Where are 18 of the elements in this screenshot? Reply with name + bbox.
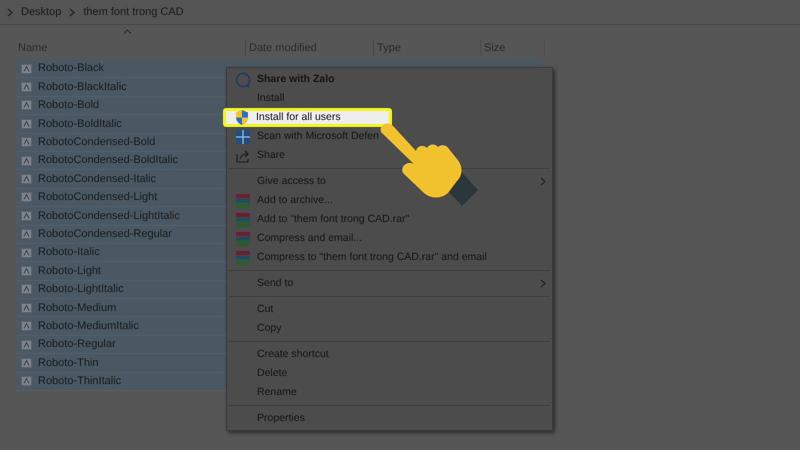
- file-name: RobotoCondensed-BoldItalic: [38, 153, 178, 168]
- file-name: Roboto-LightItalic: [38, 282, 124, 298]
- file-name: Roboto-Medium: [38, 300, 116, 316]
- file-name: RobotoCondensed-LightItalic: [38, 208, 180, 224]
- file-name: Roboto-ThinItalic: [38, 374, 122, 390]
- file-name: Roboto-Black: [38, 61, 104, 76]
- file-name: RobotoCondensed-Regular: [38, 226, 172, 242]
- file-name: Roboto-Light: [38, 264, 101, 279]
- file-name: RobotoCondensed-Italic: [38, 172, 156, 187]
- file-name: Roboto-BoldItalic: [38, 116, 122, 132]
- file-name: Roboto-Italic: [38, 245, 100, 260]
- file-name: Roboto-Regular: [38, 337, 116, 352]
- file-name: RobotoCondensed-Bold: [38, 135, 156, 150]
- file-name: Roboto-Thin: [38, 356, 99, 371]
- file-name: Roboto-Bold: [38, 98, 100, 114]
- file-name: Roboto-BlackItalic: [38, 80, 127, 95]
- file-name: Roboto-MediumItalic: [38, 318, 139, 334]
- file-name: RobotoCondensed-Light: [38, 190, 158, 206]
